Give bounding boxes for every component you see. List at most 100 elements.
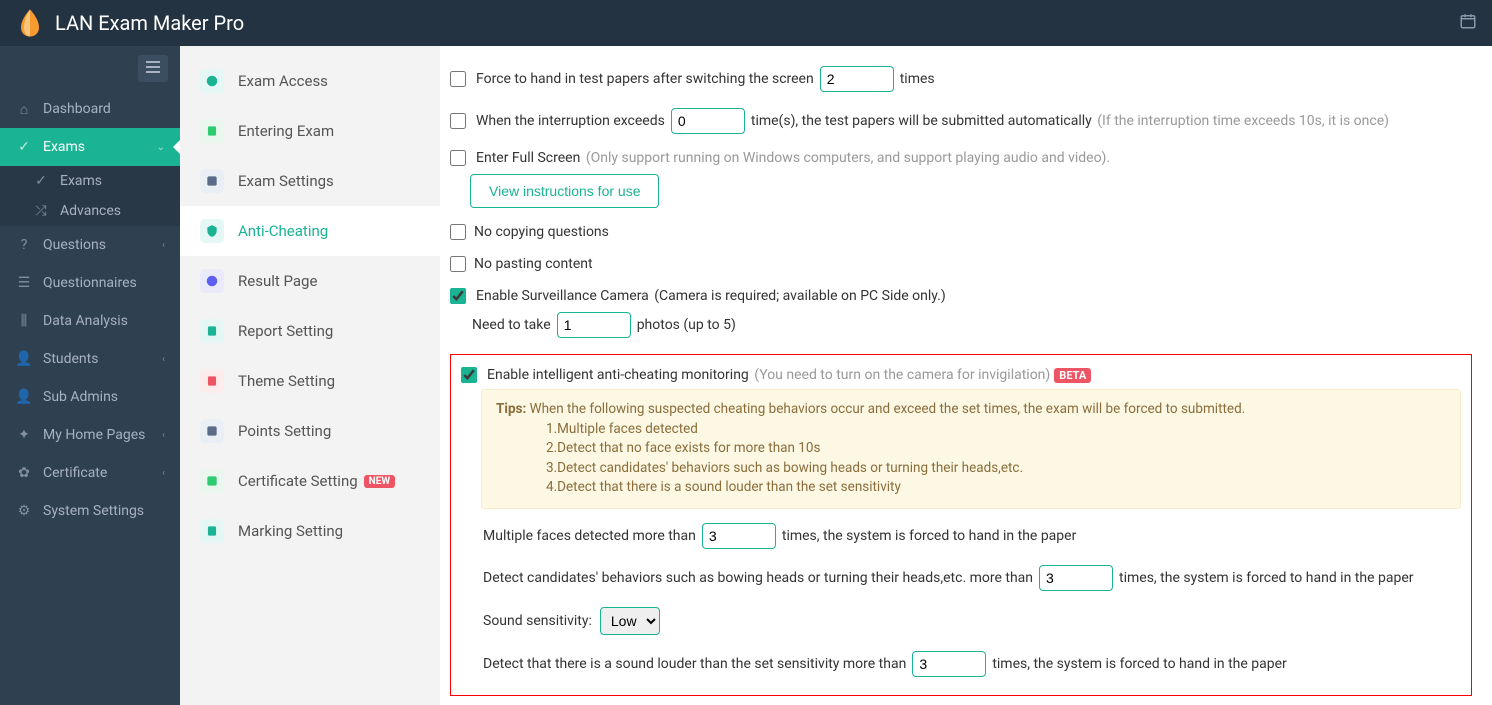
result-icon (200, 269, 224, 293)
nav-label: Exams (43, 139, 85, 155)
checkbox-interruption[interactable] (450, 113, 466, 129)
tab-label: Certificate Setting (238, 472, 358, 490)
input-interruption-times[interactable] (671, 108, 745, 134)
hint-interruption: (If the interruption time exceeds 10s, i… (1097, 113, 1389, 129)
gear-icon: ✿ (15, 465, 33, 481)
nav-label: Advances (60, 203, 121, 219)
chevron-left-icon: ‹ (162, 468, 165, 479)
settings-content: Force to hand in test papers after switc… (440, 46, 1492, 705)
hint-intelligent: (You need to turn on the camera for invi… (754, 367, 1050, 383)
nav-label: Certificate (43, 465, 107, 481)
app-logo: LAN Exam Maker Pro (15, 8, 244, 38)
tab-certificate-setting[interactable]: Certificate Setting NEW (180, 456, 440, 506)
user-icon: 👤 (15, 389, 33, 405)
clipboard-icon: ☰ (15, 275, 33, 291)
tip-item: 3.Detect candidates' behaviors such as b… (546, 459, 1446, 479)
hint-camera: (Camera is required; available on PC Sid… (654, 288, 945, 304)
input-force-handin-times[interactable] (820, 66, 894, 92)
nav-system-settings[interactable]: ⚙ System Settings (0, 492, 180, 530)
app-header: LAN Exam Maker Pro (0, 0, 1492, 46)
label-need-take: Need to take (472, 317, 551, 333)
tab-exam-access[interactable]: Exam Access (180, 56, 440, 106)
tab-result-page[interactable]: Result Page (180, 256, 440, 306)
user-icon: 👤 (15, 351, 33, 367)
tip-item: 1.Multiple faces detected (546, 420, 1446, 440)
nav-label: Dashboard (43, 101, 111, 117)
tips-box: Tips: When the following suspected cheat… (481, 389, 1461, 509)
nav-questionnaires[interactable]: ☰ Questionnaires (0, 264, 180, 302)
checkbox-no-paste[interactable] (450, 256, 466, 272)
suffix-multiple-faces: times, the system is forced to hand in t… (782, 528, 1076, 544)
tab-points-setting[interactable]: Points Setting (180, 406, 440, 456)
label-interruption: When the interruption exceeds (476, 113, 665, 129)
nav-label: Questionnaires (43, 275, 137, 291)
row-behaviors: Detect candidates' behaviors such as bow… (461, 565, 1461, 591)
row-sound: Detect that there is a sound louder than… (461, 651, 1461, 677)
nav-label: Students (43, 351, 98, 367)
check-icon: ✓ (15, 139, 33, 155)
input-sound[interactable] (912, 651, 986, 677)
hint-fullscreen: (Only support running on Windows compute… (586, 150, 1110, 166)
subnav-exams[interactable]: ✓ Exams (0, 166, 180, 196)
scheduler-icon[interactable] (1459, 12, 1477, 34)
chevron-left-icon: ‹ (162, 430, 165, 441)
nav-data-analysis[interactable]: ⫼ Data Analysis (0, 302, 180, 340)
label-intelligent: Enable intelligent anti-cheating monitor… (487, 367, 749, 383)
nav-sub-admins[interactable]: 👤 Sub Admins (0, 378, 180, 416)
checkbox-camera[interactable] (450, 288, 466, 304)
row-sensitivity: Sound sensitivity: Low (461, 607, 1461, 635)
enter-icon (200, 119, 224, 143)
app-title: LAN Exam Maker Pro (55, 11, 244, 35)
row-fullscreen-btn: View instructions for use (450, 174, 1472, 208)
chevron-left-icon: ‹ (162, 354, 165, 365)
tab-label: Entering Exam (238, 122, 334, 140)
select-sensitivity[interactable]: Low (600, 607, 660, 635)
chart-icon: ⫼ (15, 313, 33, 329)
label-behaviors: Detect candidates' behaviors such as bow… (483, 570, 1033, 586)
row-force-handin: Force to hand in test papers after switc… (450, 66, 1472, 92)
tip-item: 4.Detect that there is a sound louder th… (546, 478, 1446, 498)
input-photos[interactable] (557, 312, 631, 338)
row-multiple-faces: Multiple faces detected more than times,… (461, 523, 1461, 549)
settings-icon (200, 169, 224, 193)
checkbox-intelligent[interactable] (461, 367, 477, 383)
gear-icon: ⚙ (15, 503, 33, 519)
tab-entering-exam[interactable]: Entering Exam (180, 106, 440, 156)
row-camera: Enable Surveillance Camera (Camera is re… (450, 288, 1472, 304)
view-instructions-button[interactable]: View instructions for use (470, 174, 659, 208)
tab-label: Exam Access (238, 72, 328, 90)
nav-certificate[interactable]: ✿ Certificate ‹ (0, 454, 180, 492)
input-behaviors[interactable] (1039, 565, 1113, 591)
checkbox-no-copy[interactable] (450, 224, 466, 240)
nav-dashboard[interactable]: ⌂ Dashboard (0, 90, 180, 128)
checkbox-force-handin[interactable] (450, 71, 466, 87)
tab-label: Theme Setting (238, 372, 335, 390)
sidebar-toggle-button[interactable] (138, 55, 168, 82)
tab-exam-settings[interactable]: Exam Settings (180, 156, 440, 206)
chevron-left-icon: ‹ (162, 240, 165, 251)
tab-report-setting[interactable]: Report Setting (180, 306, 440, 356)
nav-label: Sub Admins (43, 389, 118, 405)
star-icon: ✦ (15, 427, 33, 443)
question-icon: ? (15, 237, 33, 253)
nav-label: Exams (60, 173, 102, 189)
chevron-down-icon: ⌄ (157, 142, 165, 153)
nav-exams[interactable]: ✓ Exams ⌄ (0, 128, 180, 166)
tab-anti-cheating[interactable]: Anti-Cheating (180, 206, 440, 256)
row-intelligent: Enable intelligent anti-cheating monitor… (461, 367, 1461, 383)
label-sound: Detect that there is a sound louder than… (483, 656, 906, 672)
home-icon: ⌂ (15, 101, 33, 118)
suffix-force-handin: times (900, 71, 935, 87)
subnav-advances[interactable]: ⤮ Advances (0, 196, 180, 226)
tab-label: Result Page (238, 272, 317, 290)
label-camera: Enable Surveillance Camera (476, 288, 649, 304)
check-icon: ✓ (32, 173, 50, 189)
checkbox-fullscreen[interactable] (450, 150, 466, 166)
nav-students[interactable]: 👤 Students ‹ (0, 340, 180, 378)
tab-theme-setting[interactable]: Theme Setting (180, 356, 440, 406)
nav-questions[interactable]: ? Questions ‹ (0, 226, 180, 264)
input-multiple-faces[interactable] (702, 523, 776, 549)
shuffle-icon: ⤮ (32, 203, 50, 219)
nav-my-home-pages[interactable]: ✦ My Home Pages ‹ (0, 416, 180, 454)
tab-marking-setting[interactable]: Marking Setting (180, 506, 440, 556)
